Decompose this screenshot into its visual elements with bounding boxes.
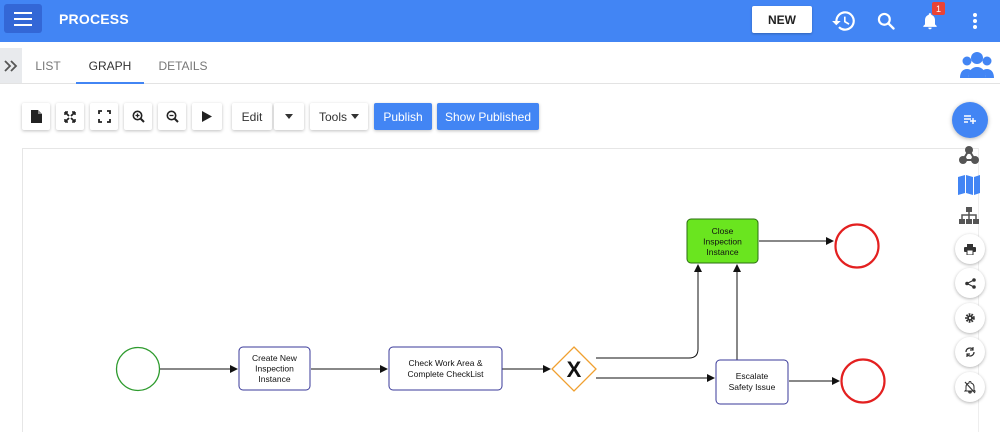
graph-canvas[interactable]: .lbl { font-family: "Liberation Sans", s… — [22, 148, 979, 432]
page-title: PROCESS — [59, 11, 129, 27]
fullscreen-icon — [97, 110, 111, 123]
double-chevron-right-icon — [4, 59, 18, 72]
task-create-inspection[interactable]: Create New Inspection Instance — [238, 346, 311, 391]
exclusive-gateway[interactable]: X — [551, 346, 597, 392]
zoom-out-icon — [166, 110, 179, 123]
caret-down-icon — [285, 114, 293, 119]
history-button[interactable] — [829, 6, 859, 36]
fit-to-screen-icon — [64, 110, 76, 123]
end-event[interactable] — [840, 358, 886, 404]
menu-button[interactable] — [4, 4, 42, 33]
share-button[interactable] — [955, 268, 985, 298]
new-button[interactable]: NEW — [752, 6, 812, 33]
settings-icon — [965, 313, 975, 323]
zoom-in-button[interactable] — [124, 103, 152, 130]
more-vert-icon — [973, 13, 977, 29]
tab-list[interactable]: LIST — [26, 48, 70, 83]
notifications-off-button[interactable] — [955, 372, 985, 402]
tools-label: Tools — [318, 109, 347, 124]
print-button[interactable] — [955, 234, 985, 264]
start-event[interactable] — [115, 346, 161, 392]
publish-button[interactable]: Publish — [374, 103, 432, 130]
sidebar-toggle-icon — [964, 115, 976, 124]
settings-button[interactable] — [955, 303, 985, 333]
process-diagram: .lbl { font-family: "Liberation Sans", s… — [115, 218, 886, 405]
hierarchy-icon — [959, 207, 979, 224]
task-check-work-area[interactable]: Check Work Area & Complete CheckList — [388, 346, 503, 391]
menu-icon — [14, 11, 32, 26]
edit-button[interactable]: Edit — [232, 103, 272, 130]
graph-nodes-button[interactable] — [955, 142, 983, 168]
svg-text:X: X — [567, 357, 582, 382]
tab-bar: LIST GRAPH DETAILS — [0, 48, 1000, 84]
fullscreen-button[interactable] — [90, 103, 118, 130]
fit-to-screen-button[interactable] — [56, 103, 84, 130]
task-close-inspection[interactable]: Close Inspection Instance — [686, 218, 759, 264]
expand-panel-button[interactable] — [0, 48, 22, 83]
end-event[interactable] — [834, 223, 880, 269]
search-button[interactable] — [871, 6, 901, 36]
edit-dropdown-button[interactable] — [274, 103, 304, 130]
map-view-button[interactable] — [955, 172, 983, 198]
zoom-out-button[interactable] — [158, 103, 186, 130]
notification-badge: 1 — [932, 2, 945, 15]
new-file-button[interactable] — [22, 103, 50, 130]
users-group-icon[interactable] — [960, 50, 994, 82]
tab-graph[interactable]: GRAPH — [76, 48, 144, 84]
new-file-icon — [30, 110, 42, 123]
play-icon — [202, 111, 212, 122]
tab-details[interactable]: DETAILS — [150, 48, 216, 83]
play-button[interactable] — [192, 103, 222, 130]
hierarchy-button[interactable] — [955, 203, 983, 229]
svg-text:Check Work Area &Complete Chec: Check Work Area & Complete CheckList — [407, 358, 484, 379]
share-icon — [964, 277, 976, 289]
refresh-button[interactable] — [955, 337, 985, 367]
caret-down-icon — [351, 114, 359, 119]
app-header: PROCESS NEW 1 — [0, 0, 1000, 42]
show-published-button[interactable]: Show Published — [437, 103, 539, 130]
notifications-off-icon — [964, 380, 976, 394]
task-escalate-safety-issue[interactable]: Escalate Safety Issue — [715, 359, 789, 405]
history-icon — [832, 11, 855, 31]
graph-nodes-icon — [959, 146, 979, 164]
refresh-icon — [965, 347, 975, 357]
sidebar-toggle-button[interactable] — [952, 102, 988, 138]
more-options-button[interactable] — [960, 6, 990, 36]
zoom-in-icon — [132, 110, 145, 123]
search-icon — [877, 12, 895, 30]
print-icon — [964, 243, 976, 255]
map-icon — [958, 175, 980, 195]
tools-dropdown-button[interactable]: Tools — [310, 103, 368, 130]
